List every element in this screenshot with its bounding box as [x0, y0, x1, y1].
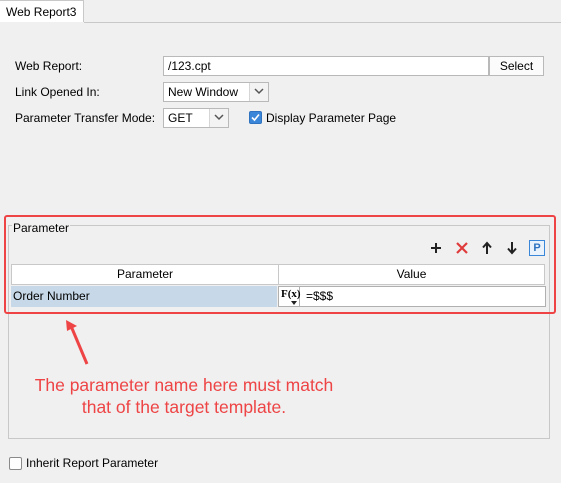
tab-web-report3[interactable]: Web Report3 — [0, 0, 84, 22]
annotation-text: The parameter name here must match that … — [34, 375, 334, 417]
highlight-box — [4, 215, 556, 314]
transfer-mode-label: Parameter Transfer Mode: — [15, 111, 156, 125]
inherit-parameter-label: Inherit Report Parameter — [26, 456, 159, 470]
link-opened-dropdown[interactable]: New Window — [163, 82, 269, 102]
link-opened-value: New Window — [168, 85, 239, 99]
link-opened-label: Link Opened In: — [15, 85, 100, 99]
display-parameter-checkbox[interactable] — [249, 111, 262, 124]
tab-label: Web Report3 — [6, 5, 77, 19]
chevron-down-icon — [249, 83, 268, 101]
display-parameter-label: Display Parameter Page — [266, 111, 397, 125]
web-report-label: Web Report: — [15, 59, 83, 73]
checkmark-icon — [251, 113, 260, 122]
web-report-value: /123.cpt — [168, 59, 211, 73]
tab-strip: Web Report3 — [0, 0, 561, 24]
select-button[interactable]: Select — [489, 56, 544, 76]
tab-divider — [84, 22, 561, 23]
inherit-parameter-checkbox[interactable] — [9, 457, 22, 470]
transfer-mode-value: GET — [168, 111, 193, 125]
annotation-arrow-icon — [66, 320, 89, 365]
chevron-down-icon — [209, 109, 228, 127]
transfer-mode-dropdown[interactable]: GET — [163, 108, 229, 128]
web-report-field[interactable]: /123.cpt — [163, 56, 489, 76]
